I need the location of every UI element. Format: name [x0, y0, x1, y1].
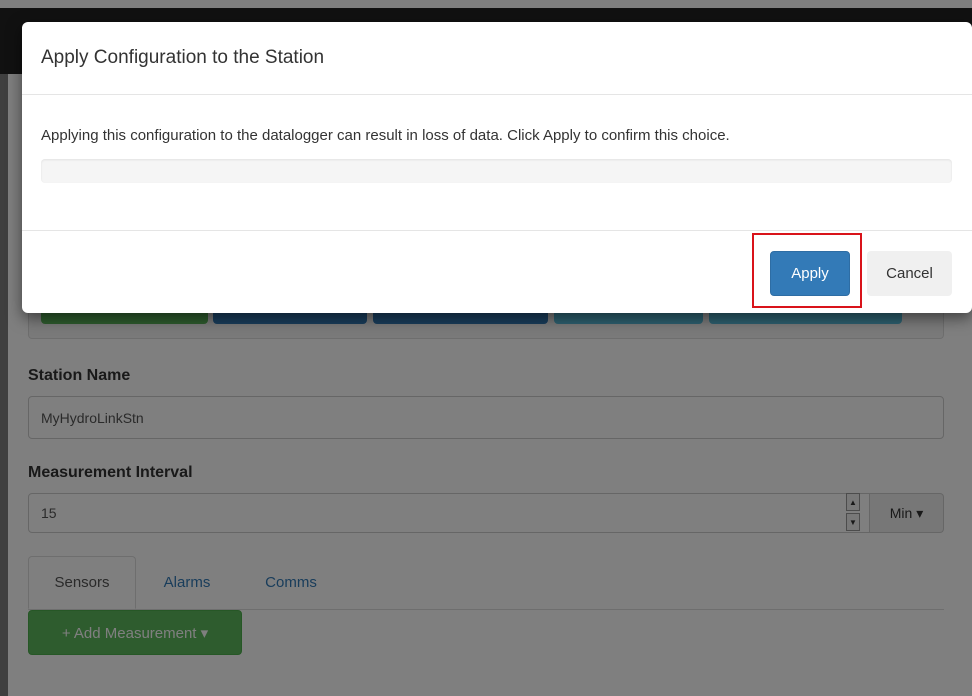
apply-button[interactable]: Apply — [770, 251, 850, 296]
progress-bar — [41, 159, 952, 183]
apply-configuration-modal: Apply Configuration to the Station Apply… — [22, 22, 972, 313]
cancel-button[interactable]: Cancel — [867, 251, 952, 296]
modal-message: Applying this configuration to the datal… — [41, 127, 730, 144]
modal-title: Apply Configuration to the Station — [41, 47, 325, 68]
modal-header: Apply Configuration to the Station — [22, 22, 972, 95]
